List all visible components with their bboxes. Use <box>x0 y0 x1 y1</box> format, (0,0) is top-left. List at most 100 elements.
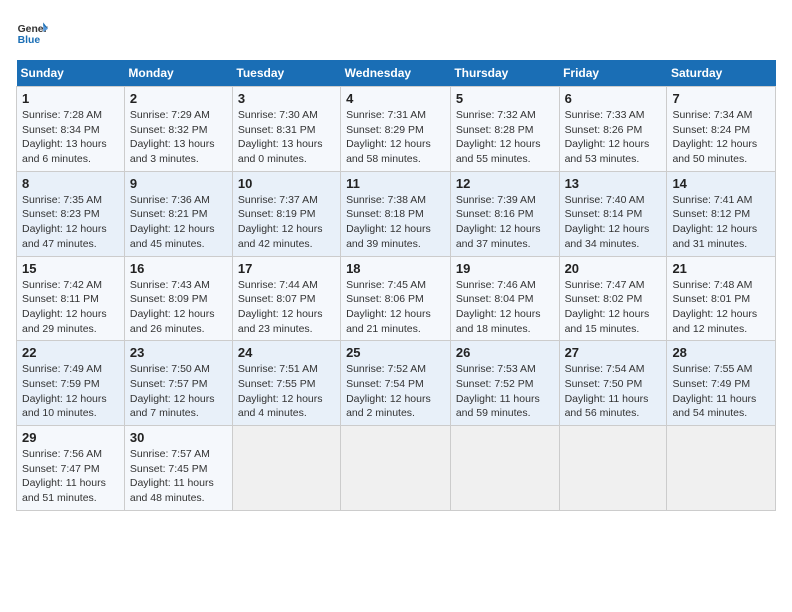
calendar-cell: 27 Sunrise: 7:54 AM Sunset: 7:50 PM Dayl… <box>559 341 667 426</box>
calendar-cell: 9 Sunrise: 7:36 AM Sunset: 8:21 PM Dayli… <box>124 171 232 256</box>
day-info: Sunrise: 7:37 AM Sunset: 8:19 PM Dayligh… <box>238 193 335 252</box>
day-number: 17 <box>238 261 335 276</box>
sunrise-label: Sunrise: 7:35 AM <box>22 194 102 206</box>
calendar-cell: 10 Sunrise: 7:37 AM Sunset: 8:19 PM Dayl… <box>232 171 340 256</box>
sunset-label: Sunset: 7:52 PM <box>456 378 534 390</box>
sunset-label: Sunset: 8:06 PM <box>346 293 424 305</box>
sunrise-label: Sunrise: 7:33 AM <box>565 109 645 121</box>
sunrise-label: Sunrise: 7:44 AM <box>238 279 318 291</box>
daylight-label: Daylight: 11 hours and 56 minutes. <box>565 393 649 420</box>
day-number: 30 <box>130 430 227 445</box>
svg-text:Blue: Blue <box>18 35 41 46</box>
sunrise-label: Sunrise: 7:31 AM <box>346 109 426 121</box>
sunset-label: Sunset: 7:55 PM <box>238 378 316 390</box>
sunset-label: Sunset: 7:49 PM <box>672 378 750 390</box>
sunrise-label: Sunrise: 7:45 AM <box>346 279 426 291</box>
sunrise-label: Sunrise: 7:29 AM <box>130 109 210 121</box>
day-number: 13 <box>565 176 662 191</box>
day-info: Sunrise: 7:30 AM Sunset: 8:31 PM Dayligh… <box>238 108 335 167</box>
daylight-label: Daylight: 12 hours and 42 minutes. <box>238 223 323 250</box>
sunrise-label: Sunrise: 7:55 AM <box>672 363 752 375</box>
daylight-label: Daylight: 12 hours and 10 minutes. <box>22 393 107 420</box>
sunset-label: Sunset: 8:31 PM <box>238 124 316 136</box>
sunrise-label: Sunrise: 7:52 AM <box>346 363 426 375</box>
calendar-cell: 23 Sunrise: 7:50 AM Sunset: 7:57 PM Dayl… <box>124 341 232 426</box>
sunrise-label: Sunrise: 7:49 AM <box>22 363 102 375</box>
day-number: 5 <box>456 91 554 106</box>
calendar-cell: 8 Sunrise: 7:35 AM Sunset: 8:23 PM Dayli… <box>17 171 125 256</box>
day-info: Sunrise: 7:55 AM Sunset: 7:49 PM Dayligh… <box>672 362 770 421</box>
sunset-label: Sunset: 8:23 PM <box>22 208 100 220</box>
logo-icon: General Blue <box>16 16 48 48</box>
day-number: 22 <box>22 345 119 360</box>
calendar-cell: 12 Sunrise: 7:39 AM Sunset: 8:16 PM Dayl… <box>450 171 559 256</box>
daylight-label: Daylight: 12 hours and 55 minutes. <box>456 138 541 165</box>
calendar-row: 8 Sunrise: 7:35 AM Sunset: 8:23 PM Dayli… <box>17 171 776 256</box>
calendar-cell: 20 Sunrise: 7:47 AM Sunset: 8:02 PM Dayl… <box>559 256 667 341</box>
day-info: Sunrise: 7:31 AM Sunset: 8:29 PM Dayligh… <box>346 108 445 167</box>
sunset-label: Sunset: 8:01 PM <box>672 293 750 305</box>
calendar-cell: 13 Sunrise: 7:40 AM Sunset: 8:14 PM Dayl… <box>559 171 667 256</box>
col-header-monday: Monday <box>124 60 232 87</box>
sunset-label: Sunset: 8:16 PM <box>456 208 534 220</box>
sunrise-label: Sunrise: 7:41 AM <box>672 194 752 206</box>
day-number: 29 <box>22 430 119 445</box>
day-info: Sunrise: 7:53 AM Sunset: 7:52 PM Dayligh… <box>456 362 554 421</box>
daylight-label: Daylight: 13 hours and 3 minutes. <box>130 138 215 165</box>
calendar-row: 1 Sunrise: 7:28 AM Sunset: 8:34 PM Dayli… <box>17 87 776 172</box>
day-info: Sunrise: 7:43 AM Sunset: 8:09 PM Dayligh… <box>130 278 227 337</box>
day-number: 1 <box>22 91 119 106</box>
sunrise-label: Sunrise: 7:40 AM <box>565 194 645 206</box>
calendar-cell <box>341 426 451 511</box>
day-number: 24 <box>238 345 335 360</box>
daylight-label: Daylight: 12 hours and 18 minutes. <box>456 308 541 335</box>
calendar-cell: 6 Sunrise: 7:33 AM Sunset: 8:26 PM Dayli… <box>559 87 667 172</box>
sunrise-label: Sunrise: 7:28 AM <box>22 109 102 121</box>
sunrise-label: Sunrise: 7:39 AM <box>456 194 536 206</box>
day-number: 4 <box>346 91 445 106</box>
day-number: 2 <box>130 91 227 106</box>
day-info: Sunrise: 7:52 AM Sunset: 7:54 PM Dayligh… <box>346 362 445 421</box>
col-header-tuesday: Tuesday <box>232 60 340 87</box>
sunset-label: Sunset: 8:21 PM <box>130 208 208 220</box>
daylight-label: Daylight: 11 hours and 48 minutes. <box>130 477 214 504</box>
col-header-saturday: Saturday <box>667 60 776 87</box>
logo: General Blue <box>16 16 48 48</box>
daylight-label: Daylight: 12 hours and 37 minutes. <box>456 223 541 250</box>
day-info: Sunrise: 7:46 AM Sunset: 8:04 PM Dayligh… <box>456 278 554 337</box>
day-info: Sunrise: 7:36 AM Sunset: 8:21 PM Dayligh… <box>130 193 227 252</box>
calendar-cell: 22 Sunrise: 7:49 AM Sunset: 7:59 PM Dayl… <box>17 341 125 426</box>
calendar-cell: 21 Sunrise: 7:48 AM Sunset: 8:01 PM Dayl… <box>667 256 776 341</box>
daylight-label: Daylight: 12 hours and 12 minutes. <box>672 308 757 335</box>
daylight-label: Daylight: 12 hours and 29 minutes. <box>22 308 107 335</box>
day-info: Sunrise: 7:32 AM Sunset: 8:28 PM Dayligh… <box>456 108 554 167</box>
day-info: Sunrise: 7:54 AM Sunset: 7:50 PM Dayligh… <box>565 362 662 421</box>
daylight-label: Daylight: 11 hours and 59 minutes. <box>456 393 540 420</box>
sunrise-label: Sunrise: 7:57 AM <box>130 448 210 460</box>
day-number: 3 <box>238 91 335 106</box>
sunrise-label: Sunrise: 7:36 AM <box>130 194 210 206</box>
day-info: Sunrise: 7:35 AM Sunset: 8:23 PM Dayligh… <box>22 193 119 252</box>
day-number: 9 <box>130 176 227 191</box>
sunset-label: Sunset: 7:47 PM <box>22 463 100 475</box>
daylight-label: Daylight: 12 hours and 23 minutes. <box>238 308 323 335</box>
calendar-table: SundayMondayTuesdayWednesdayThursdayFrid… <box>16 60 776 511</box>
calendar-cell: 1 Sunrise: 7:28 AM Sunset: 8:34 PM Dayli… <box>17 87 125 172</box>
sunrise-label: Sunrise: 7:50 AM <box>130 363 210 375</box>
day-number: 18 <box>346 261 445 276</box>
daylight-label: Daylight: 12 hours and 31 minutes. <box>672 223 757 250</box>
calendar-cell <box>559 426 667 511</box>
daylight-label: Daylight: 12 hours and 39 minutes. <box>346 223 431 250</box>
day-info: Sunrise: 7:41 AM Sunset: 8:12 PM Dayligh… <box>672 193 770 252</box>
calendar-cell: 28 Sunrise: 7:55 AM Sunset: 7:49 PM Dayl… <box>667 341 776 426</box>
day-number: 12 <box>456 176 554 191</box>
daylight-label: Daylight: 11 hours and 54 minutes. <box>672 393 756 420</box>
sunset-label: Sunset: 8:28 PM <box>456 124 534 136</box>
sunrise-label: Sunrise: 7:51 AM <box>238 363 318 375</box>
day-number: 16 <box>130 261 227 276</box>
calendar-cell <box>232 426 340 511</box>
sunset-label: Sunset: 7:50 PM <box>565 378 643 390</box>
sunset-label: Sunset: 7:45 PM <box>130 463 208 475</box>
day-number: 14 <box>672 176 770 191</box>
sunrise-label: Sunrise: 7:47 AM <box>565 279 645 291</box>
